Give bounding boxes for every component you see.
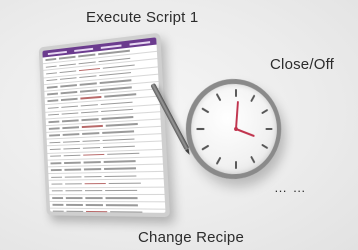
execute-script-label[interactable]: Execute Script 1 xyxy=(86,9,198,26)
table-row xyxy=(50,208,166,213)
clock-face xyxy=(185,76,282,182)
more-options-label[interactable]: … … xyxy=(274,180,307,195)
change-recipe-label[interactable]: Change Recipe xyxy=(138,229,244,246)
clock-center xyxy=(233,126,239,132)
tablet-frame xyxy=(38,32,171,218)
clock-hour-hand xyxy=(236,129,254,136)
clock-icon[interactable] xyxy=(185,76,286,182)
tablet-screen xyxy=(42,37,166,213)
close-off-label[interactable]: Close/Off xyxy=(270,56,334,73)
tablet-icon[interactable] xyxy=(32,32,190,226)
table-body xyxy=(42,44,166,213)
clock-ticks xyxy=(191,88,277,170)
clock-minute-hand xyxy=(234,101,240,131)
